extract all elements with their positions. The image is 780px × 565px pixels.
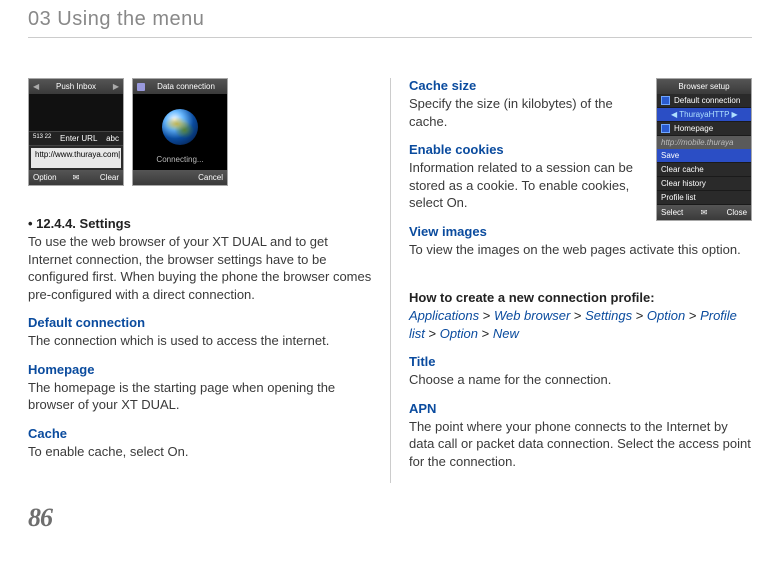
envelope-icon: ✉	[697, 208, 712, 217]
default-connection-heading: Default connection	[28, 315, 372, 330]
bs-item-0: Default connection	[674, 96, 740, 105]
page-number: 86	[28, 503, 752, 533]
shot1-title: Push Inbox	[43, 82, 109, 91]
shot1-option: Option	[33, 173, 69, 182]
right-column: Browser setup Default connection ◀ Thura…	[390, 78, 752, 483]
crumb-5: Option	[440, 326, 478, 341]
globe-icon	[162, 109, 198, 145]
bs-menu-1: Clear cache	[661, 165, 704, 174]
title-para: Choose a name for the connection.	[409, 371, 752, 389]
title-heading: Title	[409, 354, 752, 369]
cache-para: To enable cache, select On.	[28, 443, 372, 461]
shot1-mode: abc	[106, 134, 119, 143]
browser-setup-title: Browser setup	[657, 79, 751, 94]
cache-heading: Cache	[28, 426, 372, 441]
screenshot-data-connection: Data connection Connecting... Cancel	[132, 78, 228, 186]
chapter-title: 03 Using the menu	[28, 8, 752, 31]
screenshot-push-inbox: ◀ Push Inbox ▶ 513 22 Enter URL abc http…	[28, 78, 124, 186]
globe-icon	[137, 83, 145, 91]
bs-close: Close	[711, 208, 747, 217]
apn-para: The point where your phone connects to t…	[409, 418, 752, 471]
settings-para: To use the web browser of your XT DUAL a…	[28, 233, 372, 303]
bs-menu-2: Clear history	[661, 179, 706, 188]
left-column: ◀ Push Inbox ▶ 513 22 Enter URL abc http…	[28, 78, 390, 483]
homepage-para: The homepage is the starting page when o…	[28, 379, 372, 414]
new-profile-heading: How to create a new connection profile:	[409, 290, 752, 305]
apn-heading: APN	[409, 401, 752, 416]
breadcrumb: Applications > Web browser > Settings > …	[409, 307, 752, 342]
default-connection-para: The connection which is used to access t…	[28, 332, 372, 350]
shot2-connecting: Connecting...	[156, 155, 203, 164]
crumb-0: Applications	[409, 308, 479, 323]
shot2-title: Data connection	[149, 82, 223, 91]
shot1-enter-url: Enter URL	[60, 134, 97, 143]
shot1-clear: Clear	[83, 173, 119, 182]
bs-select: Select	[661, 208, 697, 217]
bs-item-1: ThurayaHTTP	[679, 110, 729, 119]
settings-heading: • 12.4.4. Settings	[28, 216, 372, 231]
square-icon	[661, 124, 670, 133]
crumb-6: New	[493, 326, 519, 341]
view-images-para: To view the images on the web pages acti…	[409, 241, 752, 259]
crumb-3: Option	[647, 308, 685, 323]
shot1-time: 513 22	[33, 134, 51, 143]
crumb-1: Web browser	[494, 308, 570, 323]
shot1-url-box: http://www.thuraya.com|	[31, 148, 121, 168]
bs-url-gray: http://mobile.thuraya	[657, 136, 751, 149]
shot2-cancel: Cancel	[184, 173, 223, 182]
crumb-2: Settings	[585, 308, 632, 323]
square-icon	[661, 96, 670, 105]
bs-item-2: Homepage	[674, 124, 713, 133]
screenshot-browser-setup: Browser setup Default connection ◀ Thura…	[656, 78, 752, 221]
view-images-heading: View images	[409, 224, 752, 239]
homepage-heading: Homepage	[28, 362, 372, 377]
envelope-icon: ✉	[69, 173, 84, 182]
divider	[28, 37, 752, 38]
bs-menu-0: Save	[661, 151, 679, 160]
bs-menu-3: Profile list	[661, 193, 696, 202]
